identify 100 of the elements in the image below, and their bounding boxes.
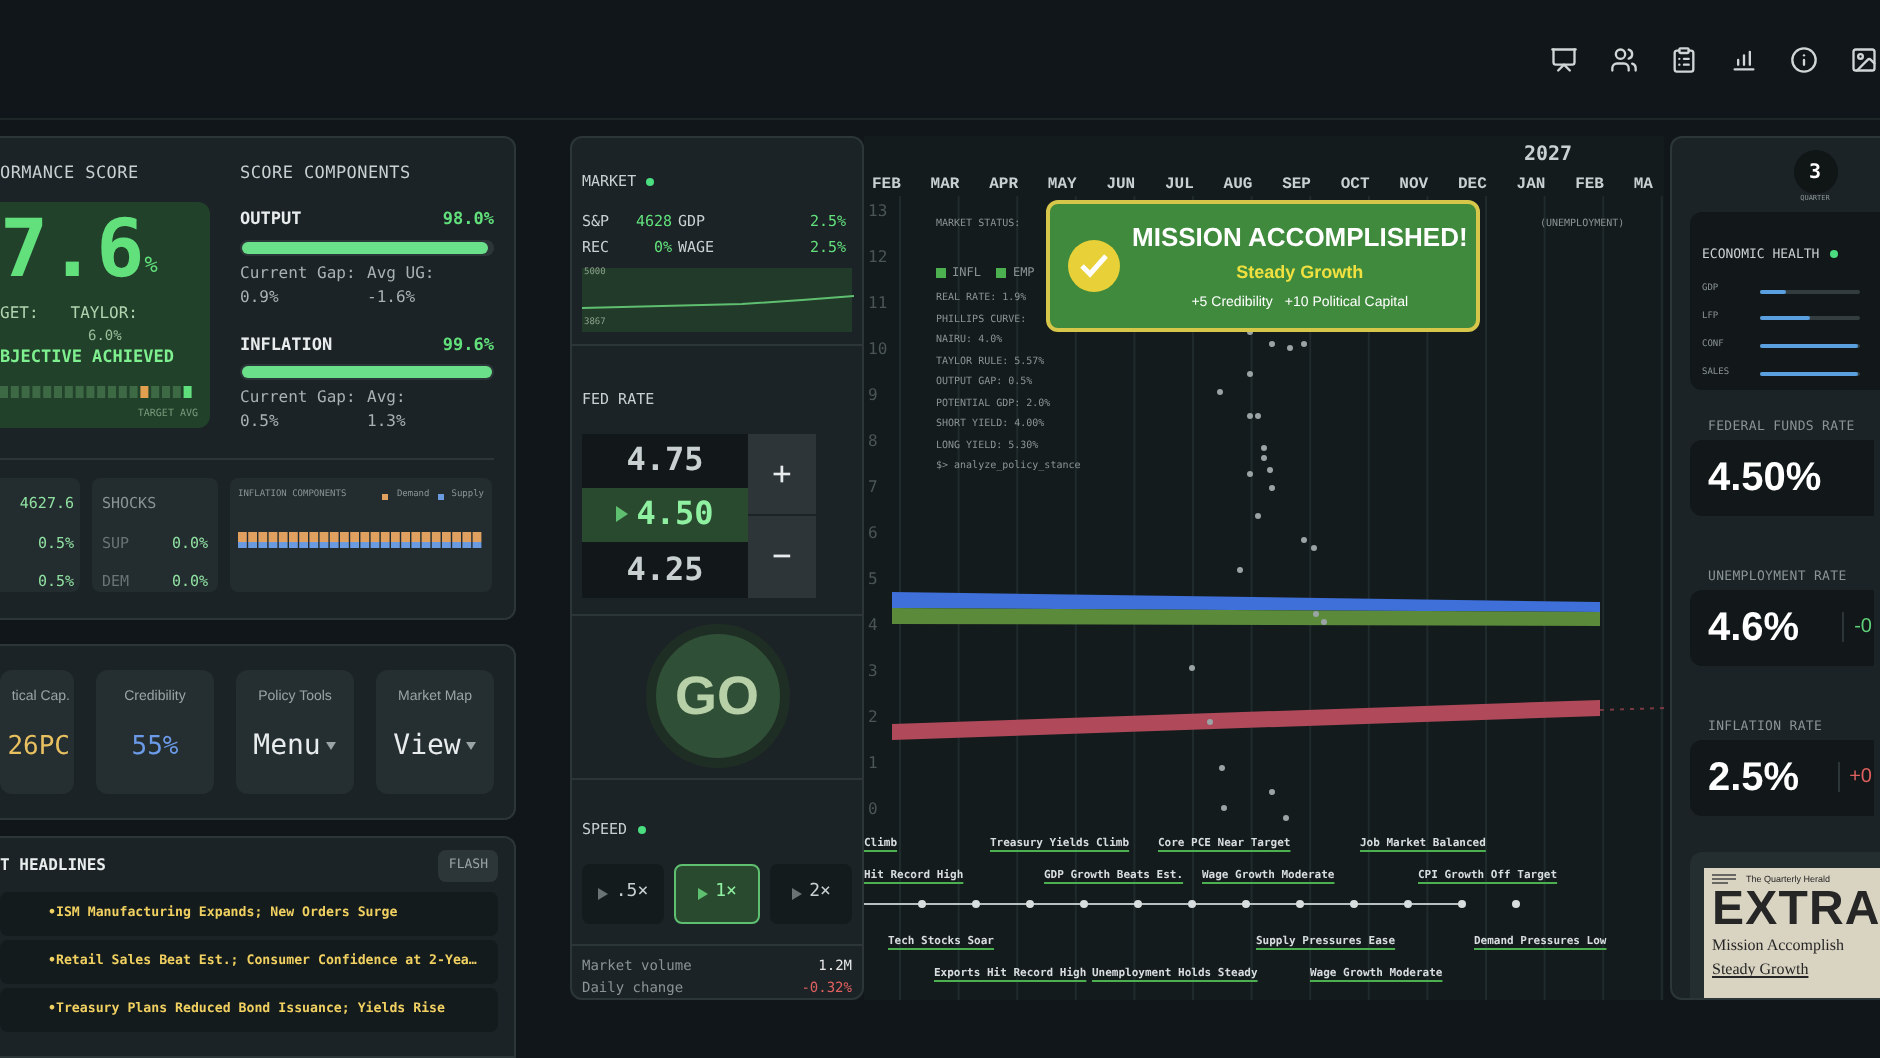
tick-label: 10 — [868, 340, 888, 360]
scatter-dot — [1261, 455, 1267, 461]
month-label: DEC — [1457, 174, 1489, 198]
scatter-dot — [1301, 537, 1307, 543]
pointer-icon — [616, 506, 629, 523]
scatter-dot — [1287, 345, 1293, 351]
tick-label: 6 — [868, 524, 880, 544]
month-label: NOV — [1399, 174, 1431, 198]
menu-lines-icon — [1712, 874, 1736, 885]
scatter-dot — [1269, 789, 1275, 795]
tick-label: 4 — [868, 616, 880, 636]
presentation-chart-icon[interactable] — [1550, 45, 1578, 73]
scatter-dot — [1247, 471, 1253, 477]
caret-icon — [326, 742, 337, 750]
scatter-dot — [1269, 341, 1275, 347]
stat-value: 26PC — [7, 729, 70, 765]
speed-button[interactable]: 2× — [770, 864, 852, 924]
tick-label: 5 — [868, 570, 880, 590]
scatter-dot — [1301, 341, 1307, 347]
tick-label: 1 — [868, 754, 880, 774]
metric-change: +0 — [1837, 762, 1872, 792]
metric-value: 4.50% — [1708, 454, 1822, 504]
image-icon[interactable] — [1850, 45, 1878, 73]
month-label: AUG — [1223, 174, 1255, 198]
scatter-dot — [1311, 545, 1317, 551]
stat-value: 1.3% — [367, 410, 408, 435]
rate-option[interactable]: 4.50 — [582, 487, 748, 543]
rate-option[interactable]: 4.25 — [582, 542, 748, 597]
increase-button[interactable]: + — [748, 433, 816, 516]
section-title: SCORE COMPONENTS — [240, 162, 413, 188]
scatter-dot — [1269, 485, 1275, 491]
users-icon[interactable] — [1610, 45, 1638, 73]
component-name: OUTPUT — [240, 207, 302, 233]
check-icon — [1068, 240, 1120, 292]
rate-option[interactable]: 4.75 — [582, 433, 748, 488]
stat-label: Avg UG: — [367, 261, 437, 285]
clipboard-icon[interactable] — [1670, 45, 1698, 73]
tick-label: 7 — [868, 478, 880, 498]
info-icon[interactable] — [1790, 45, 1818, 73]
month-label: JAN — [1516, 174, 1548, 198]
play-icon — [791, 888, 802, 900]
stat-value: 0.9% — [240, 285, 281, 309]
month-label: OCT — [1340, 174, 1372, 198]
component-name: INFLATION — [240, 333, 333, 359]
scatter-dot — [1247, 371, 1253, 377]
scatter-dot — [1221, 805, 1227, 811]
stat-value: 0.5% — [240, 410, 281, 435]
tick-label: 12 — [868, 248, 888, 268]
scatter-dot — [1261, 445, 1267, 451]
objective-status: BJECTIVE ACHIEVED — [0, 346, 176, 372]
taylor-label: TAYLOR: — [70, 301, 138, 326]
tick-label: 2 — [868, 708, 880, 728]
speed-button[interactable]: 1× — [674, 864, 760, 924]
month-label: MAY — [1047, 174, 1079, 198]
section-title: T HEADLINES — [0, 853, 106, 878]
tick-label: 8 — [868, 432, 880, 452]
speed-button[interactable]: .5× — [582, 864, 664, 924]
scatter-dot — [1255, 513, 1261, 519]
scatter-dot — [1283, 815, 1289, 821]
newspaper-subhead: Steady Growth — [1712, 958, 1811, 983]
tick-label: 13 — [868, 202, 888, 222]
month-label: FEB — [872, 174, 903, 198]
dialog-title: MISSION ACCOMPLISHED! — [1132, 219, 1468, 256]
bar-chart-icon[interactable] — [1730, 45, 1758, 73]
score-unit: % — [144, 250, 158, 283]
stat-label: Current Gap: — [240, 386, 358, 411]
stat-value: -1.6% — [367, 285, 418, 309]
month-label: JUN — [1106, 174, 1138, 198]
component-score: 98.0% — [442, 207, 494, 233]
go-button[interactable]: GO — [645, 624, 789, 769]
stat-value: 55% — [131, 729, 179, 765]
stat-label: Avg: — [367, 386, 408, 411]
tick-label: 11 — [868, 294, 888, 314]
target-label: GET: — [0, 301, 39, 326]
section-title: ORMANCE SCORE — [0, 162, 141, 188]
scatter-dot — [1237, 567, 1243, 573]
banner-text: EXTRA — [1712, 886, 1880, 935]
tick-label: 3 — [868, 662, 880, 682]
dialog-subtitle: Steady Growth — [1236, 260, 1364, 287]
quarter-badge: 3 — [1793, 150, 1837, 194]
tick-label: 0 — [868, 800, 880, 820]
decrease-button[interactable]: − — [748, 516, 816, 597]
month-label: APR — [989, 174, 1020, 198]
score-value: 7.6 — [0, 209, 145, 290]
caret-icon — [466, 742, 477, 750]
month-label: MAR — [930, 174, 962, 198]
newspaper-headline: Mission Accomplish — [1712, 934, 1847, 959]
month-label: SEP — [1282, 174, 1313, 198]
tick-label: 9 — [868, 386, 880, 406]
month-label: MA — [1633, 174, 1655, 198]
month-label: FEB — [1575, 174, 1606, 198]
scatter-dot — [1207, 719, 1213, 725]
metric-value: 4.6% — [1708, 603, 1800, 654]
metric-value: 2.5% — [1708, 753, 1800, 803]
scatter-dot — [1267, 467, 1273, 473]
play-icon — [697, 888, 708, 900]
component-score: 99.6% — [442, 333, 494, 359]
stat-label: Current Gap: — [240, 261, 358, 285]
scatter-dot — [1189, 665, 1195, 671]
metric-change: -0 — [1842, 612, 1872, 643]
